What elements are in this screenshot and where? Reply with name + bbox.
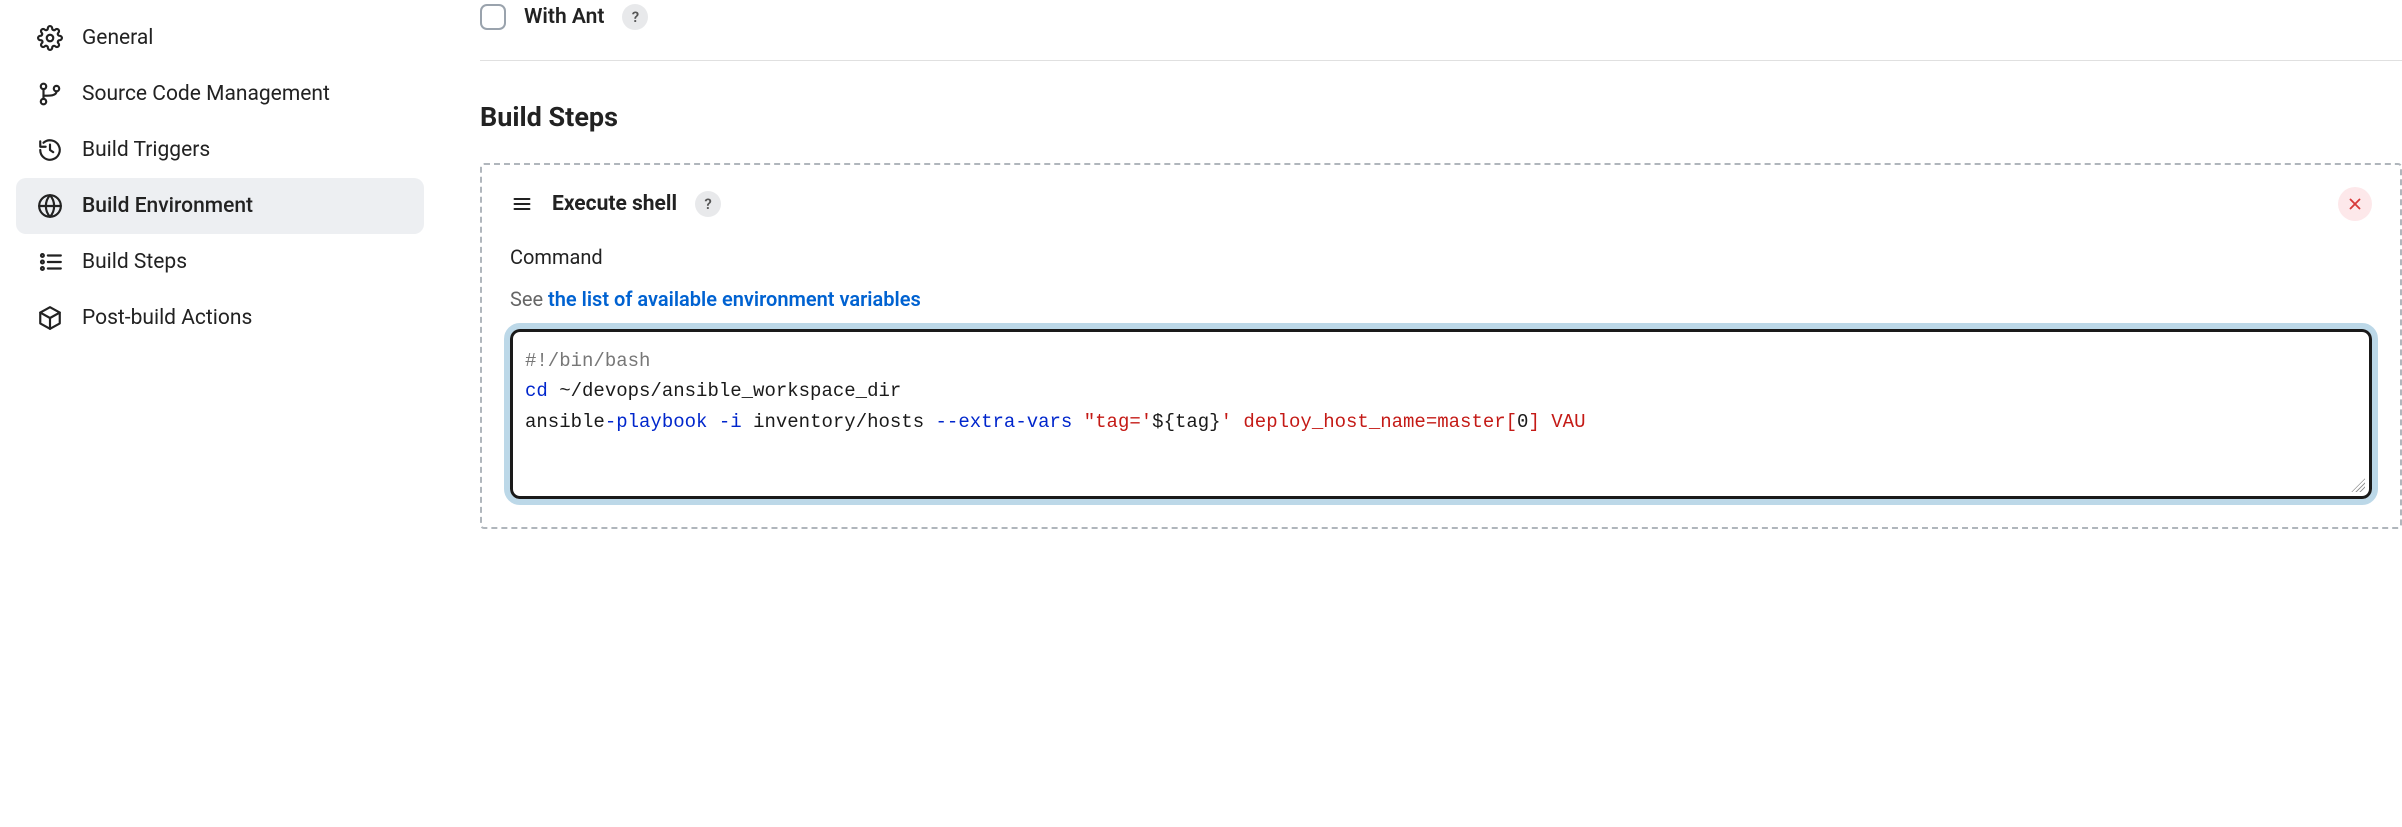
section-divider: [480, 60, 2402, 61]
globe-icon: [36, 192, 64, 220]
sidebar-item-label: Post-build Actions: [82, 306, 252, 330]
gear-icon: [36, 24, 64, 52]
clock-history-icon: [36, 136, 64, 164]
code-zero: 0: [1517, 411, 1528, 433]
sidebar-item-label: Build Triggers: [82, 138, 210, 162]
sidebar-item-build-steps[interactable]: Build Steps: [16, 234, 424, 290]
sidebar-item-general[interactable]: General: [16, 10, 424, 66]
code-str-close: ': [1221, 411, 1232, 433]
code-str-open: "tag=': [1084, 411, 1152, 433]
env-vars-link[interactable]: the list of available environment variab…: [548, 287, 921, 311]
sidebar: General Source Code Management Build Tri…: [0, 0, 440, 827]
resize-grip-icon[interactable]: [2351, 478, 2365, 492]
code-hosts: inventory/hosts: [742, 411, 936, 433]
command-hint: See the list of available environment va…: [510, 287, 2372, 311]
sidebar-item-environment[interactable]: Build Environment: [16, 178, 424, 234]
code-tail: VAU: [1540, 411, 1586, 433]
code-gap: [1072, 411, 1083, 433]
step-header: Execute shell ?: [510, 187, 2372, 221]
help-icon[interactable]: ?: [695, 191, 721, 217]
main-content: With Ant ? Build Steps Execute shell ? C…: [440, 0, 2402, 827]
code-tagexpr: ${tag}: [1152, 411, 1220, 433]
sidebar-item-label: General: [82, 26, 153, 50]
with-ant-label: With Ant: [524, 5, 604, 29]
command-textarea[interactable]: #!/bin/bash cd ~/devops/ansible_workspac…: [510, 329, 2372, 499]
sidebar-item-label: Build Steps: [82, 250, 187, 274]
hint-prefix: See: [510, 287, 548, 311]
code-path: ~/devops/ansible_workspace_dir: [548, 380, 901, 402]
command-label: Command: [510, 245, 2372, 269]
help-icon[interactable]: ?: [622, 4, 648, 30]
sidebar-item-triggers[interactable]: Build Triggers: [16, 122, 424, 178]
drag-handle-icon[interactable]: [510, 194, 534, 214]
code-extravars: --extra-vars: [936, 411, 1073, 433]
sidebar-item-label: Build Environment: [82, 194, 253, 218]
code-playbook: -playbook: [605, 411, 708, 433]
code-bracket: ]: [1528, 411, 1539, 433]
build-steps-title: Build Steps: [480, 101, 2402, 133]
code-shebang: #!/bin/bash: [525, 350, 650, 372]
sidebar-item-postbuild[interactable]: Post-build Actions: [16, 290, 424, 346]
steps-icon: [36, 248, 64, 276]
build-step-execute-shell: Execute shell ? Command See the list of …: [480, 163, 2402, 529]
with-ant-checkbox[interactable]: [480, 4, 506, 30]
code-flag-i: -i: [707, 411, 741, 433]
with-ant-option[interactable]: With Ant ?: [480, 0, 2402, 60]
package-icon: [36, 304, 64, 332]
code-cmd: ansible: [525, 411, 605, 433]
git-branch-icon: [36, 80, 64, 108]
step-title: Execute shell: [552, 192, 677, 216]
code-cd: cd: [525, 380, 548, 402]
sidebar-item-label: Source Code Management: [82, 82, 330, 106]
remove-step-button[interactable]: [2338, 187, 2372, 221]
sidebar-item-scm[interactable]: Source Code Management: [16, 66, 424, 122]
code-deploy: deploy_host_name=master[: [1232, 411, 1517, 433]
